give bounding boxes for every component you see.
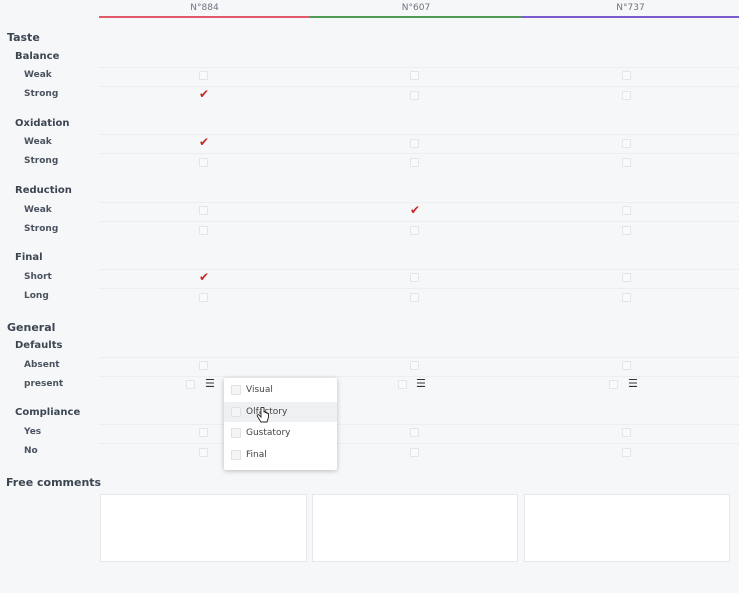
checkbox-defaults-absent-884[interactable] — [199, 361, 208, 370]
checkbox-defaults-present-607[interactable] — [398, 380, 407, 389]
checkbox-balance-weak-737[interactable] — [622, 71, 631, 80]
row-label-defaults-present: present — [24, 379, 64, 389]
row-defaults-absent — [99, 357, 739, 375]
row-label-oxidation-weak: Weak — [24, 137, 52, 147]
group-defaults: Defaults — [15, 340, 63, 351]
row-label-compliance-yes: Yes — [24, 427, 42, 437]
dropdown-item-final[interactable]: Final — [224, 445, 337, 465]
comment-box-607[interactable] — [312, 494, 518, 562]
checkbox-reduction-strong-607[interactable] — [410, 226, 419, 235]
checkbox-final-long-607[interactable] — [410, 293, 419, 302]
dropdown-checkbox[interactable] — [231, 407, 241, 417]
checkbox-compliance-no-607[interactable] — [410, 448, 419, 457]
section-general: General — [7, 321, 56, 334]
checkbox-defaults-absent-737[interactable] — [622, 361, 631, 370]
dropdown-item-olfactory[interactable]: Olfactory — [224, 402, 337, 422]
group-balance: Balance — [15, 51, 60, 62]
column-label: N°884 — [190, 3, 219, 13]
checkbox-oxidation-strong-737[interactable] — [622, 158, 631, 167]
column-label: N°737 — [616, 3, 645, 13]
hand-cursor-icon — [256, 407, 269, 423]
row-label-reduction-weak: Weak — [24, 205, 52, 215]
row-compliance-yes — [99, 424, 739, 442]
list-icon[interactable]: ☰ — [628, 378, 638, 389]
dropdown-item-gustatory[interactable]: Gustatory — [224, 423, 337, 443]
checkbox-final-long-737[interactable] — [622, 293, 631, 302]
group-final: Final — [15, 252, 43, 263]
checkbox-oxidation-strong-884[interactable] — [199, 158, 208, 167]
checkbox-oxidation-weak-737[interactable] — [622, 139, 631, 148]
checkmark-icon[interactable]: ✔ — [199, 88, 209, 100]
checkbox-defaults-present-737[interactable] — [609, 380, 618, 389]
checkbox-compliance-yes-737[interactable] — [622, 428, 631, 437]
row-label-reduction-strong: Strong — [24, 224, 59, 234]
row-label-oxidation-strong: Strong — [24, 156, 59, 166]
column-label: N°607 — [401, 3, 431, 13]
dropdown-checkbox[interactable] — [231, 450, 241, 460]
section-taste: Taste — [7, 31, 40, 44]
row-label-balance-strong: Strong — [24, 89, 59, 99]
checkbox-oxidation-strong-607[interactable] — [410, 158, 419, 167]
checkbox-final-short-607[interactable] — [410, 273, 419, 282]
checkbox-balance-weak-607[interactable] — [410, 71, 419, 80]
checkbox-oxidation-weak-607[interactable] — [410, 139, 419, 148]
checkbox-balance-strong-607[interactable] — [410, 91, 419, 100]
section-free-comments: Free comments — [6, 476, 102, 489]
row-label-final-short: Short — [24, 272, 52, 282]
checkbox-compliance-yes-607[interactable] — [410, 428, 419, 437]
column-header-884: N°884 — [99, 0, 310, 18]
group-oxidation: Oxidation — [15, 118, 70, 129]
checkbox-balance-strong-737[interactable] — [622, 91, 631, 100]
row-final-long — [99, 288, 739, 306]
comment-box-884[interactable] — [100, 494, 307, 562]
row-oxidation-weak — [99, 134, 739, 152]
row-compliance-no — [99, 443, 739, 461]
defaults-category-dropdown: Visual Olfactory Gustatory Final — [224, 378, 337, 470]
list-icon[interactable]: ☰ — [205, 378, 215, 389]
dropdown-checkbox[interactable] — [231, 385, 241, 395]
checkbox-defaults-absent-607[interactable] — [410, 361, 419, 370]
row-label-balance-weak: Weak — [24, 70, 52, 80]
row-balance-weak — [99, 67, 739, 85]
checkbox-final-long-884[interactable] — [199, 293, 208, 302]
row-reduction-strong — [99, 221, 739, 239]
dropdown-checkbox[interactable] — [231, 428, 241, 438]
checkbox-compliance-no-884[interactable] — [199, 448, 208, 457]
checkbox-balance-weak-884[interactable] — [199, 71, 208, 80]
comment-box-737[interactable] — [524, 494, 730, 562]
dropdown-item-visual[interactable]: Visual — [224, 380, 337, 400]
dropdown-item-label: Final — [246, 450, 267, 460]
row-label-compliance-no: No — [24, 446, 38, 456]
checkmark-icon[interactable]: ✔ — [199, 136, 209, 148]
column-header-737: N°737 — [522, 0, 739, 18]
row-balance-strong — [99, 86, 739, 104]
checkbox-final-short-737[interactable] — [622, 273, 631, 282]
checkbox-compliance-no-737[interactable] — [622, 448, 631, 457]
column-header-607: N°607 — [310, 0, 522, 18]
checkbox-reduction-strong-737[interactable] — [622, 226, 631, 235]
group-compliance: Compliance — [15, 407, 81, 418]
checkbox-reduction-strong-884[interactable] — [199, 226, 208, 235]
checkmark-icon[interactable]: ✔ — [410, 204, 420, 216]
group-reduction: Reduction — [15, 185, 72, 196]
checkbox-reduction-weak-737[interactable] — [622, 206, 631, 215]
checkmark-icon[interactable]: ✔ — [199, 271, 209, 283]
checkbox-reduction-weak-884[interactable] — [199, 206, 208, 215]
dropdown-item-label: Gustatory — [246, 428, 291, 438]
row-final-short — [99, 269, 739, 287]
list-icon[interactable]: ☰ — [416, 378, 426, 389]
dropdown-item-label: Visual — [246, 385, 273, 395]
row-label-final-long: Long — [24, 291, 49, 301]
row-label-defaults-absent: Absent — [24, 360, 60, 370]
row-oxidation-strong — [99, 153, 739, 171]
checkbox-compliance-yes-884[interactable] — [199, 428, 208, 437]
checkbox-defaults-present-884[interactable] — [186, 380, 195, 389]
